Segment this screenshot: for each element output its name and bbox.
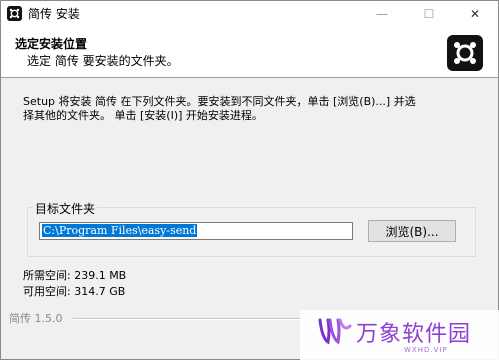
close-icon: ✕ bbox=[469, 7, 481, 21]
space-available: 可用空间: 314.7 GB bbox=[23, 285, 126, 298]
maximize-button[interactable]: ☐ bbox=[406, 1, 452, 27]
watermark: 万象软件园 WXHD.VIP bbox=[300, 310, 499, 360]
watermark-subtext: WXHD.VIP bbox=[404, 346, 448, 354]
branding-text: 简传 1.5.0 bbox=[9, 312, 63, 325]
maximize-icon: ☐ bbox=[423, 7, 435, 21]
page-subtitle: 选定 简传 要安装的文件夹。 bbox=[27, 54, 179, 68]
install-path-value: C:\Program Files\easy-send bbox=[42, 224, 198, 237]
minimize-button[interactable]: — bbox=[359, 1, 405, 27]
minimize-icon: — bbox=[376, 7, 388, 21]
app-icon bbox=[7, 6, 22, 21]
app-logo-icon bbox=[447, 35, 483, 71]
watermark-text: 万象软件园 bbox=[356, 322, 472, 347]
browse-button[interactable]: 浏览(B)... bbox=[368, 220, 456, 242]
instructions-text: Setup 将安装 简传 在下列文件夹。要安装到不同文件夹，单击 [浏览(B).… bbox=[23, 95, 416, 122]
wizard-header: 选定安装位置 选定 简传 要安装的文件夹。 bbox=[1, 27, 498, 78]
destination-group-label: 目标文件夹 bbox=[33, 200, 98, 217]
window-title: 简传 安装 bbox=[28, 7, 80, 21]
page-title: 选定安装位置 bbox=[15, 37, 88, 51]
close-button[interactable]: ✕ bbox=[452, 1, 498, 27]
install-path-input[interactable]: C:\Program Files\easy-send bbox=[39, 222, 353, 240]
installer-window: 简传 安装 — ☐ ✕ 选定安装位置 选定 简传 要安装的文件夹。 Setup … bbox=[0, 0, 499, 360]
space-required: 所需空间: 239.1 MB bbox=[23, 269, 127, 282]
title-bar[interactable]: 简传 安装 — ☐ ✕ bbox=[1, 1, 498, 27]
watermark-logo-icon bbox=[318, 318, 352, 345]
